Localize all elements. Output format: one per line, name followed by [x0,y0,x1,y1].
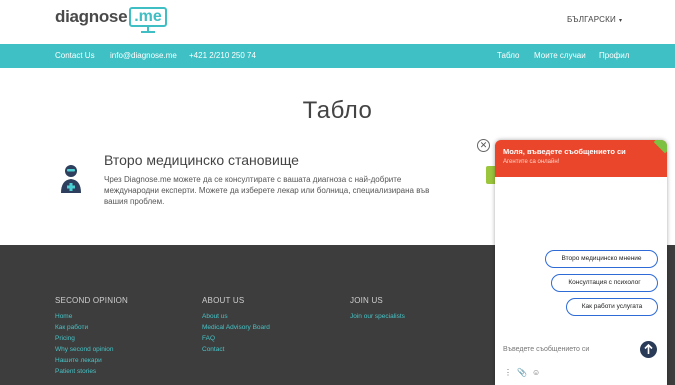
footer-link-patient-stories[interactable]: Patient stories [55,366,128,377]
arrow-up-icon [644,344,653,354]
logo-screen-text: .me [129,7,167,27]
quick-reply-psychologist[interactable]: Консултация с психолог [551,274,658,292]
site-header: diagnose .me БЪЛГАРСКИ ▾ [0,0,675,44]
footer-heading: SECOND OPINION [55,296,129,305]
footer-link-pricing[interactable]: Pricing [55,333,128,344]
chat-message-input[interactable]: Въведете съобщението си [503,346,631,353]
logo-screen-icon: .me [129,7,167,33]
footer-link-our-doctors[interactable]: Нашите лекари [55,355,128,366]
language-selector[interactable]: БЪЛГАРСКИ ▾ [567,15,622,24]
logo-base [141,31,156,33]
caret-down-icon: ▾ [618,18,623,24]
nav-dashboard-link[interactable]: Табло [497,51,519,60]
language-label: БЪЛГАРСКИ [567,15,616,24]
close-chat-icon[interactable]: ✕ [477,139,490,152]
quick-reply-second-opinion[interactable]: Второ медицинско мнение [545,250,658,268]
send-button[interactable] [640,341,657,358]
top-nav: Contact Us info@diagnose.me +421 2/210 2… [0,44,675,68]
chat-status: Агентите са онлайн! [503,159,560,165]
logo[interactable]: diagnose .me [55,7,167,33]
footer-column-about-us: ABOUT US About us Medical Advisory Board… [202,296,270,355]
footer-link-join-specialists[interactable]: Join our specialists [350,311,405,322]
nav-my-cases-link[interactable]: Моите случаи [534,51,586,60]
footer-link-faq[interactable]: FAQ [202,333,270,344]
logo-word: diagnose [55,7,128,26]
footer-link-how-it-works[interactable]: Как работи [55,322,128,333]
chat-widget: Моля, въведете съобщението си Агентите с… [495,140,667,385]
footer-link-about-us[interactable]: About us [202,311,270,322]
footer-heading: ABOUT US [202,296,245,305]
page: diagnose .me БЪЛГАРСКИ ▾ Contact Us info@… [0,0,675,385]
nav-phone-link[interactable]: +421 2/210 250 74 [189,51,256,60]
nav-profile-link[interactable]: Профил [599,51,629,60]
nav-contact-link[interactable]: Contact Us [55,51,95,60]
chat-toolbar: ⋮ 📎 ☺ [504,368,540,378]
attachment-icon[interactable]: 📎 [517,368,527,378]
doctor-icon [61,165,81,193]
emoji-icon[interactable]: ☺ [532,368,540,378]
second-opinion-title: Второ медицинско становище [104,152,299,168]
chat-title: Моля, въведете съобщението си [503,147,626,156]
chat-header: Моля, въведете съобщението си Агентите с… [495,140,667,177]
footer-heading: JOIN US [350,296,383,305]
footer-link-home[interactable]: Home [55,311,128,322]
footer-column-second-opinion: SECOND OPINION Home Как работи Pricing W… [55,296,128,377]
footer-link-why-second-opinion[interactable]: Why second opinion [55,344,128,355]
page-title: Табло [302,97,373,124]
footer-column-join-us: JOIN US Join our specialists [350,296,405,322]
nav-email-link[interactable]: info@diagnose.me [110,51,177,60]
chat-quick-replies: Второ медицинско мнение Консултация с пс… [508,250,658,322]
quick-reply-how-it-works[interactable]: Как работи услугата [566,298,658,316]
second-opinion-description: Чрез Diagnose.me можете да се консултира… [104,175,430,206]
footer-link-contact[interactable]: Contact [202,344,270,355]
footer-link-medical-advisory-board[interactable]: Medical Advisory Board [202,322,270,333]
more-options-icon[interactable]: ⋮ [504,368,512,378]
